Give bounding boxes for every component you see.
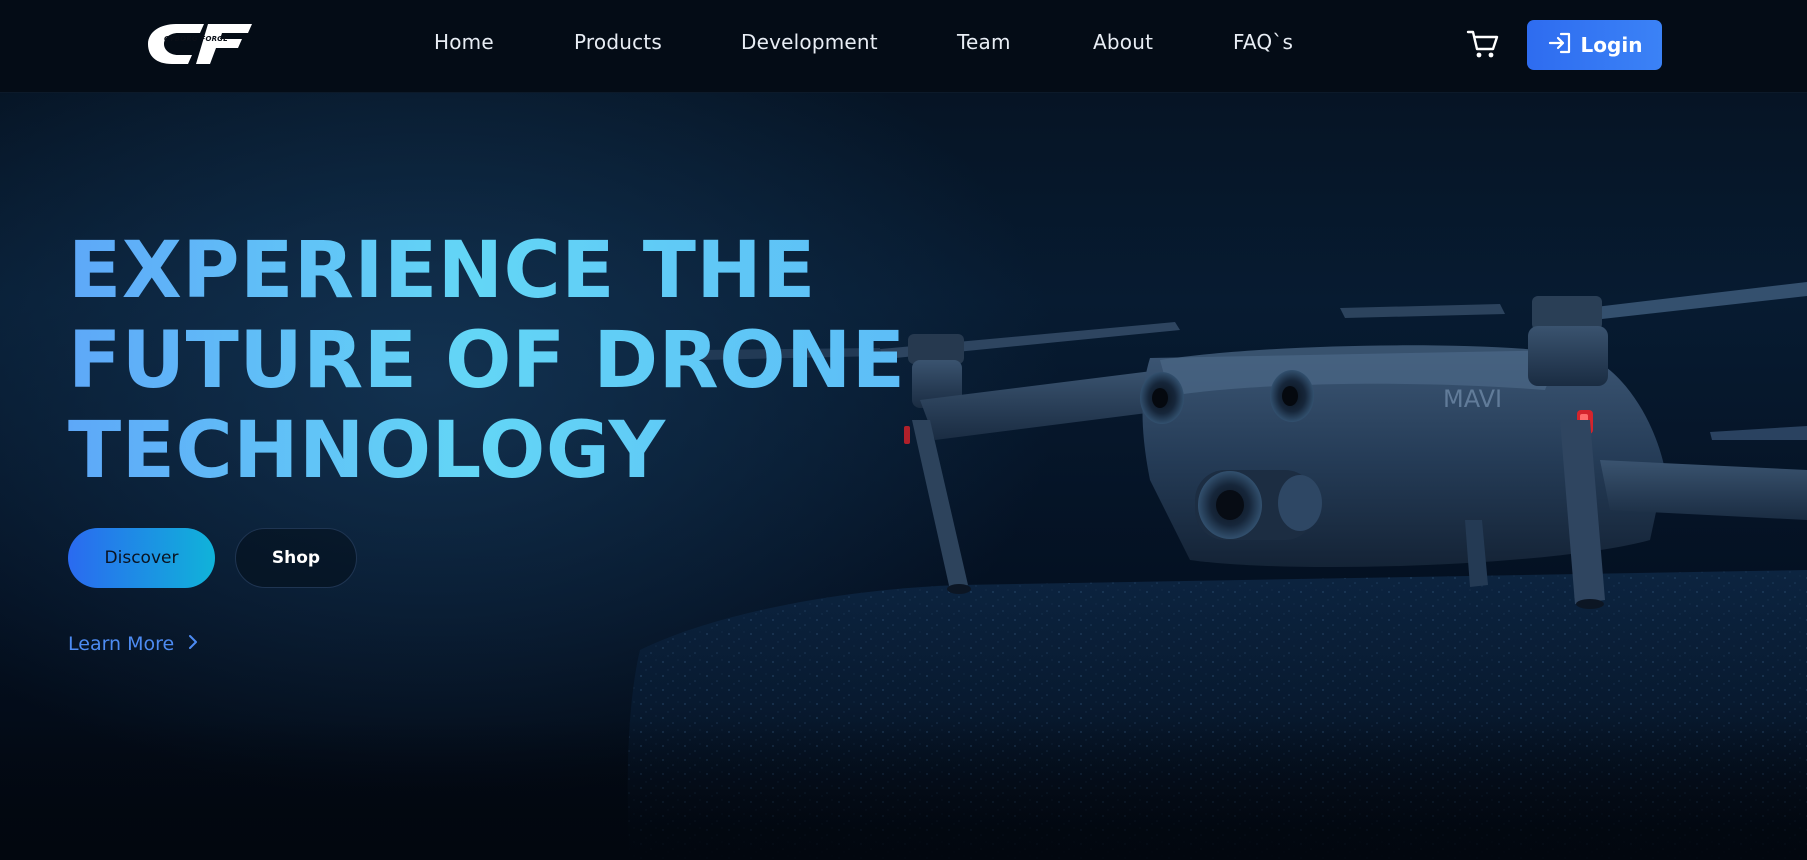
login-button[interactable]: Login	[1527, 20, 1662, 70]
nav-home[interactable]: Home	[434, 30, 494, 54]
hero-title-line-3: TECHNOLOGY	[68, 406, 666, 496]
shop-label: Shop	[271, 548, 321, 568]
discover-label: Discover	[104, 548, 179, 568]
learn-more-link[interactable]: Learn More	[68, 633, 198, 655]
nav-development[interactable]: Development	[741, 30, 878, 54]
login-arrow-icon	[1547, 31, 1573, 59]
cart-icon[interactable]	[1466, 28, 1500, 60]
hero-title: EXPERIENCE THE FUTURE OF DRONE TECHNOLOG…	[68, 226, 968, 496]
nav-team[interactable]: Team	[957, 30, 1011, 54]
login-label: Login	[1580, 33, 1643, 57]
shop-button[interactable]: Shop	[235, 528, 357, 588]
nav-faqs[interactable]: FAQ`s	[1233, 30, 1293, 54]
chevron-right-icon	[188, 634, 198, 654]
learn-more-label: Learn More	[68, 633, 175, 655]
nav-about[interactable]: About	[1093, 30, 1153, 54]
top-navbar: CYBORG FORGE Home Products Development T…	[0, 0, 1807, 93]
hero-title-line-1: EXPERIENCE THE	[68, 226, 816, 316]
discover-button[interactable]: Discover	[68, 528, 215, 588]
hero-title-line-2: FUTURE OF DRONE	[68, 316, 906, 406]
page: MAVI CYBORG FORGE Home Products Developm…	[0, 0, 1807, 860]
drone-marking: MAVI	[1443, 385, 1502, 413]
nav-products[interactable]: Products	[574, 30, 662, 54]
